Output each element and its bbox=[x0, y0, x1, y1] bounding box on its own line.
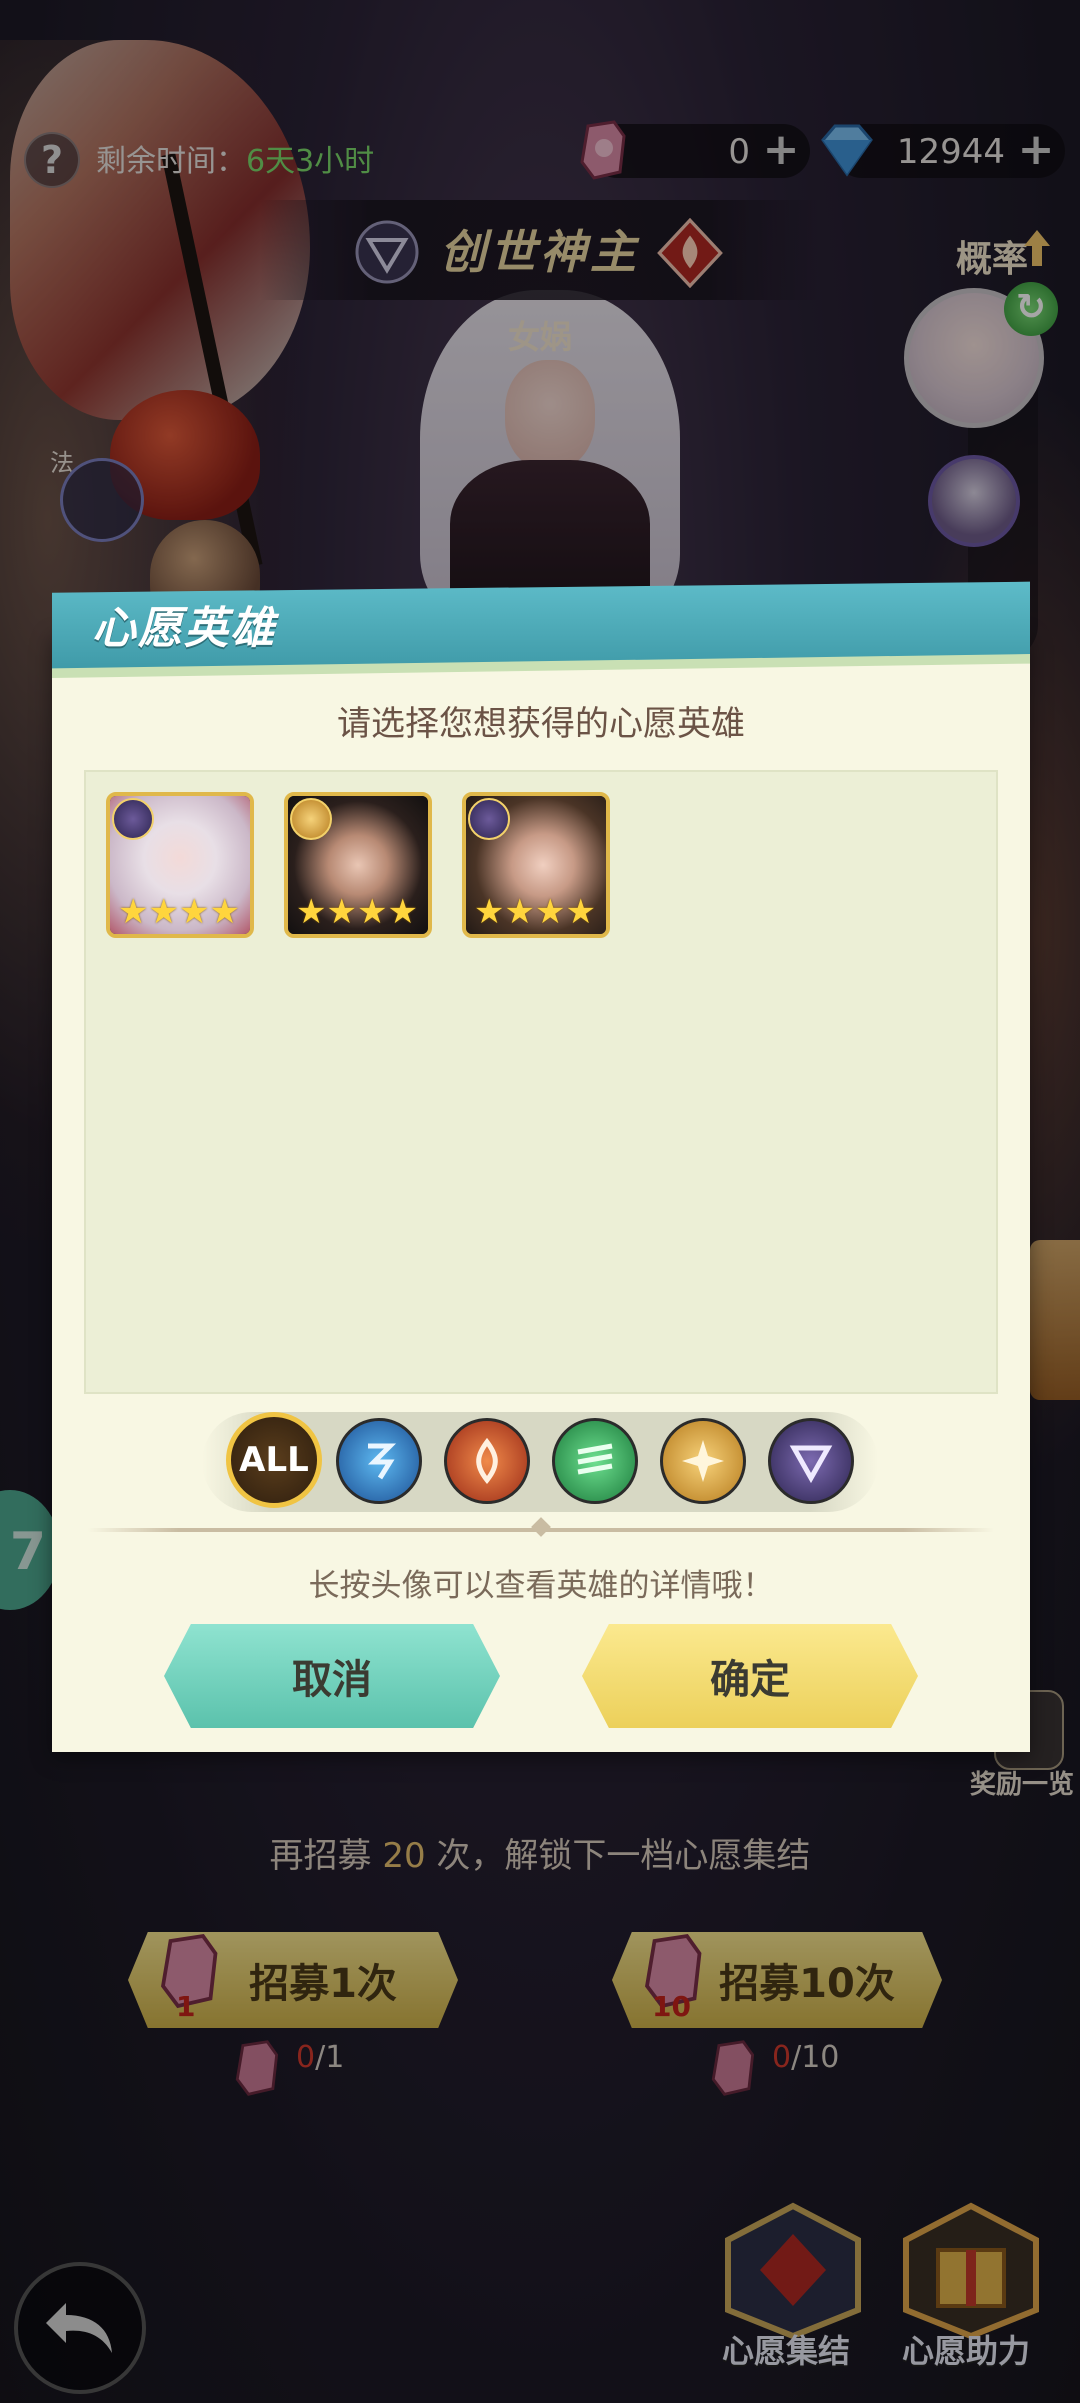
hero-stars: ★★★★ bbox=[296, 892, 418, 932]
hero-card-3[interactable]: ★★★★ bbox=[462, 792, 610, 938]
light-faction-icon bbox=[290, 798, 332, 840]
hero-card-2[interactable]: ★★★★ bbox=[284, 792, 432, 938]
long-press-hint: 长按头像可以查看英雄的详情哦！ bbox=[308, 1568, 774, 1604]
hero-stars: ★★★★ bbox=[474, 892, 596, 932]
confirm-button[interactable]: 确定 bbox=[582, 1624, 918, 1728]
dialog-subtitle: 请选择您想获得的心愿英雄 bbox=[337, 704, 745, 744]
hero-card-1[interactable]: ★★★★ bbox=[106, 792, 254, 938]
hero-stars-text: ★★★★ bbox=[118, 892, 240, 932]
cancel-button[interactable]: 取消 bbox=[164, 1624, 500, 1728]
filter-wind-button[interactable] bbox=[552, 1418, 638, 1504]
hero-selection-grid: ★★★★ ★★★★ ★★★★ bbox=[84, 770, 998, 1394]
filter-fire-button[interactable] bbox=[444, 1418, 530, 1504]
hero-stars-text: ★★★★ bbox=[296, 892, 418, 932]
filter-void-button[interactable] bbox=[768, 1418, 854, 1504]
filter-all-button[interactable]: ALL bbox=[226, 1412, 322, 1508]
hero-stars-text: ★★★★ bbox=[474, 892, 596, 932]
wind-faction-icon bbox=[577, 1443, 613, 1475]
fire-faction-icon bbox=[476, 1437, 498, 1484]
void-faction-icon bbox=[112, 798, 154, 840]
wish-hero-dialog: 心愿英雄 请选择您想获得的心愿英雄 ★★★★ ★★★★ ★★★★ ALL 长按头… bbox=[52, 578, 1030, 1774]
hero-stars: ★★★★ bbox=[118, 892, 240, 932]
filter-water-button[interactable] bbox=[336, 1418, 422, 1504]
filter-light-button[interactable] bbox=[660, 1418, 746, 1504]
void-faction-icon bbox=[468, 798, 510, 840]
light-faction-icon bbox=[682, 1440, 724, 1482]
void-faction-icon bbox=[789, 1445, 833, 1484]
water-faction-icon bbox=[367, 1443, 397, 1480]
dialog-title: 心愿英雄 bbox=[92, 603, 276, 654]
